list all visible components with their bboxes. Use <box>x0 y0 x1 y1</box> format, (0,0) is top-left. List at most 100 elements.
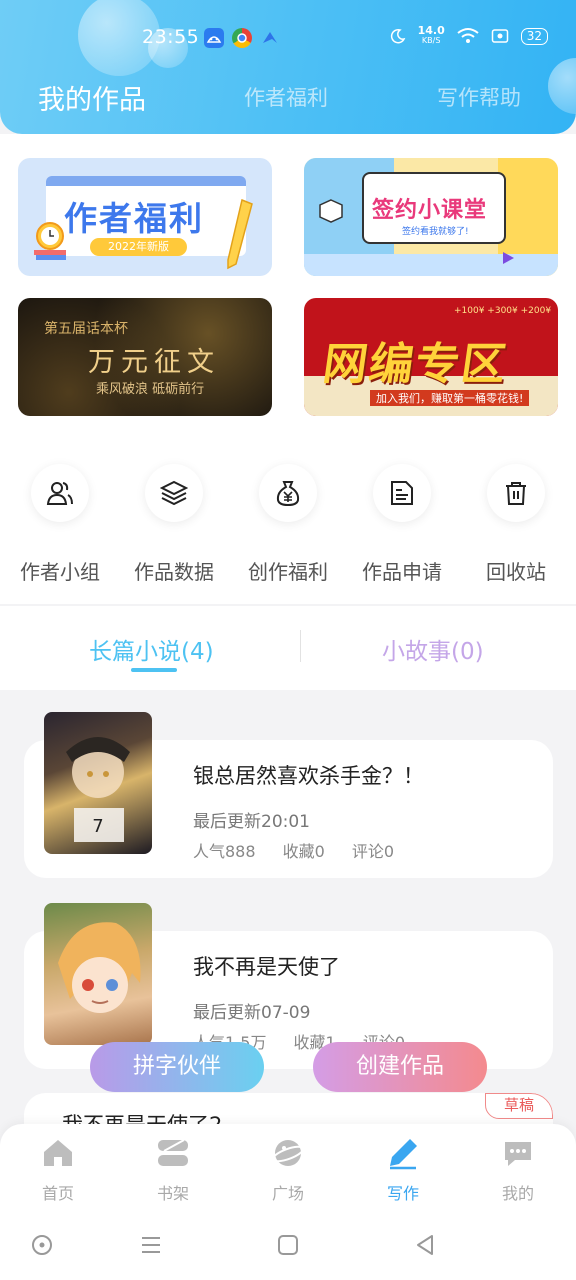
layers-icon <box>160 480 188 506</box>
money-bag-icon <box>276 481 300 507</box>
nav-label: 书架 <box>156 1184 189 1203</box>
nav-square[interactable]: 广场 <box>248 1136 328 1204</box>
action-label: 作品申请 <box>362 560 442 584</box>
word-partner-button[interactable]: 拼字伙伴 <box>90 1042 264 1092</box>
network-speed: 14.0 KB/S <box>417 24 445 46</box>
status-bar: 23:55 14.0 KB/S 32 <box>0 22 576 56</box>
banner-kicker: 第五届话本杯 <box>44 321 128 337</box>
work-updated: 最后更新20:01 <box>193 812 310 832</box>
quick-actions: 作者小组 作品数据 创作福利 作品申请 回收站 <box>0 434 576 604</box>
header-tabs: 我的作品 作者福利 写作帮助 <box>0 82 576 126</box>
document-icon <box>391 481 413 505</box>
work-stats: 人气888 收藏0 评论0 <box>193 838 416 862</box>
work-cover-image[interactable] <box>44 903 152 1045</box>
banner-title: 网编专区 <box>319 339 511 390</box>
banner-amounts: +100¥ +300¥ +200¥ <box>454 306 552 316</box>
tab-divider <box>300 630 301 662</box>
cube-icon <box>319 199 343 223</box>
bottom-navigation: 首页 书架 广场 写作 我的 <box>0 1124 576 1210</box>
nav-label: 广场 <box>271 1184 304 1203</box>
banner-essay-contest[interactable]: 第五届话本杯 万元征文 乘风破浪 砥砺前行 <box>18 298 272 416</box>
banner-band <box>304 254 558 276</box>
system-navigation-bar <box>0 1210 576 1280</box>
banner-title: 万元征文 <box>88 347 220 378</box>
work-cover-image[interactable]: 7 <box>44 712 152 854</box>
banner-signing-class[interactable]: 签约小课堂 签约看我就够了! <box>304 158 558 276</box>
assistant-icon[interactable] <box>29 1232 55 1258</box>
tab-my-works[interactable]: 我的作品 <box>38 78 146 117</box>
network-speed-unit: KB/S <box>421 36 441 45</box>
cover-art: 7 <box>66 737 130 842</box>
screen-record-icon <box>491 29 508 43</box>
action-icon-wrap <box>373 464 431 522</box>
create-work-button[interactable]: 创建作品 <box>313 1042 487 1092</box>
work-title: 我不再是天使了 <box>193 955 340 979</box>
cover-art <box>58 922 141 1013</box>
action-label: 创作福利 <box>248 560 328 584</box>
work-comments: 评论0 <box>351 842 395 861</box>
menu-icon[interactable] <box>138 1232 164 1258</box>
status-right-group: 14.0 KB/S 32 <box>390 24 548 46</box>
action-label: 作者小组 <box>20 560 100 584</box>
home-square-icon[interactable] <box>275 1232 301 1258</box>
trash-icon <box>506 482 526 505</box>
nav-bookshelf[interactable]: 书架 <box>133 1136 213 1204</box>
back-icon[interactable] <box>412 1232 438 1258</box>
work-title: 银总居然喜欢杀手金？！ <box>193 764 424 788</box>
banner-subtitle: 乘风破浪 砥砺前行 <box>96 382 205 397</box>
action-label: 作品数据 <box>134 560 214 584</box>
chrome-app-icon <box>232 28 252 48</box>
banner-subtitle: 2022年新版 <box>90 238 187 256</box>
action-label: 回收站 <box>486 560 546 584</box>
nav-home[interactable]: 首页 <box>18 1136 98 1204</box>
banner-subtitle: 签约看我就够了! <box>402 227 469 237</box>
work-popularity: 人气888 <box>193 842 256 861</box>
planet-icon <box>271 1140 305 1166</box>
banner-subtitle: 加入我们，赚取第一桶零花钱! <box>370 390 530 406</box>
chat-bubble-icon <box>505 1142 531 1166</box>
moon-icon <box>390 28 405 44</box>
pencil-icon <box>227 198 253 270</box>
banner-title: 作者福利 <box>64 199 204 238</box>
android-app-icon <box>204 28 224 48</box>
app-notification-icon <box>260 28 280 48</box>
action-creation-benefits[interactable]: 创作福利 <box>238 464 338 585</box>
wifi-icon <box>457 28 479 43</box>
bookshelf-icon <box>158 1139 188 1166</box>
play-icon <box>503 252 514 264</box>
nav-mine[interactable]: 我的 <box>478 1136 558 1204</box>
action-icon-wrap <box>31 464 89 522</box>
tab-short-stories[interactable]: 小故事(0) <box>382 632 484 666</box>
action-author-group[interactable]: 作者小组 <box>10 464 110 585</box>
banner-title: 签约小课堂 <box>372 198 488 223</box>
battery-indicator: 32 <box>520 27 548 45</box>
status-time: 23:55 <box>142 26 200 48</box>
action-recycle-bin[interactable]: 回收站 <box>466 464 566 585</box>
home-icon <box>44 1140 72 1166</box>
tab-long-novels[interactable]: 长篇小说(4) <box>89 632 214 666</box>
action-icon-wrap <box>145 464 203 522</box>
works-category-tabs: 长篇小说(4) 小故事(0) <box>0 606 576 690</box>
action-work-application[interactable]: 作品申请 <box>352 464 452 585</box>
network-speed-value: 14.0 <box>417 24 445 37</box>
svg-text:7: 7 <box>92 816 103 837</box>
draft-badge: 草稿 <box>484 1093 553 1119</box>
tab-writing-help[interactable]: 写作帮助 <box>437 82 521 112</box>
banner-grid: 作者福利 2022年新版 签约小课堂 签约看我就够了! 第五届话本杯 万元征文 … <box>0 134 576 434</box>
banner-editor-zone[interactable]: +100¥ +300¥ +200¥ 网编专区 加入我们，赚取第一桶零花钱! <box>304 298 558 416</box>
nav-label: 写作 <box>386 1184 419 1203</box>
banner-author-benefits[interactable]: 作者福利 2022年新版 <box>18 158 272 276</box>
nav-label: 我的 <box>501 1184 534 1203</box>
users-icon <box>46 482 73 505</box>
work-updated: 最后更新07-09 <box>193 1003 311 1023</box>
work-favorites: 收藏0 <box>282 842 325 861</box>
action-work-data[interactable]: 作品数据 <box>124 464 224 585</box>
action-icon-wrap <box>259 464 317 522</box>
pen-icon <box>390 1139 417 1170</box>
tab-author-benefits[interactable]: 作者福利 <box>244 82 328 112</box>
action-icon-wrap <box>487 464 545 522</box>
nav-writing[interactable]: 写作 <box>363 1136 443 1204</box>
app-header: 23:55 14.0 KB/S 32 我的作品 作者福利 写作帮助 <box>0 0 576 134</box>
nav-label: 首页 <box>41 1184 74 1203</box>
active-tab-indicator <box>131 668 177 672</box>
